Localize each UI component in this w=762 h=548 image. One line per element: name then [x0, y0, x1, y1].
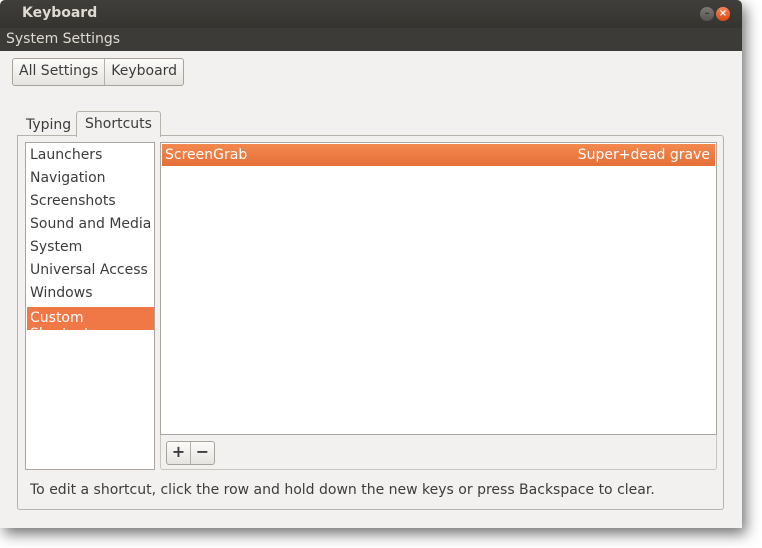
keyboard-window: Keyboard – × System Settings All Setting… — [0, 0, 742, 528]
breadcrumb: All Settings Keyboard — [12, 58, 185, 86]
title-bar[interactable]: Keyboard – × — [0, 0, 742, 28]
add-remove-group: + − — [166, 441, 215, 465]
remove-shortcut-button[interactable]: − — [190, 442, 214, 464]
category-item-navigation[interactable]: Navigation — [27, 167, 154, 190]
category-item-custom-shortcuts[interactable]: Custom Shortcuts — [27, 307, 154, 342]
breadcrumb-all-settings[interactable]: All Settings — [13, 59, 104, 85]
close-icon[interactable]: × — [716, 7, 730, 21]
shortcut-name: ScreenGrab — [165, 147, 248, 163]
minimize-icon[interactable]: – — [700, 7, 714, 21]
category-item-launchers[interactable]: Launchers — [27, 144, 154, 167]
shortcut-toolbar: + − — [160, 435, 717, 470]
shortcut-list: ScreenGrab Super+dead grave — [160, 142, 717, 435]
category-item-screenshots[interactable]: Screenshots — [27, 190, 154, 213]
category-item-sound-and-media[interactable]: Sound and Media — [27, 213, 154, 236]
app-menu-label[interactable]: System Settings — [6, 31, 120, 47]
edit-hint-text: To edit a shortcut, click the row and ho… — [30, 482, 655, 498]
tab-shortcuts[interactable]: Shortcuts — [76, 111, 161, 137]
category-item-system[interactable]: System — [27, 236, 154, 259]
category-item-universal-access[interactable]: Universal Access — [27, 259, 154, 282]
shortcut-keys[interactable]: Super+dead grave — [578, 147, 710, 163]
tab-typing[interactable]: Typing — [18, 113, 79, 137]
breadcrumb-keyboard[interactable]: Keyboard — [104, 59, 183, 85]
add-shortcut-button[interactable]: + — [167, 442, 190, 464]
category-item-windows[interactable]: Windows — [27, 282, 154, 305]
menu-bar: System Settings — [0, 28, 742, 51]
shortcut-row[interactable]: ScreenGrab Super+dead grave — [162, 144, 715, 166]
window-title: Keyboard — [22, 5, 98, 21]
shortcut-category-list: Launchers Navigation Screenshots Sound a… — [25, 142, 155, 470]
